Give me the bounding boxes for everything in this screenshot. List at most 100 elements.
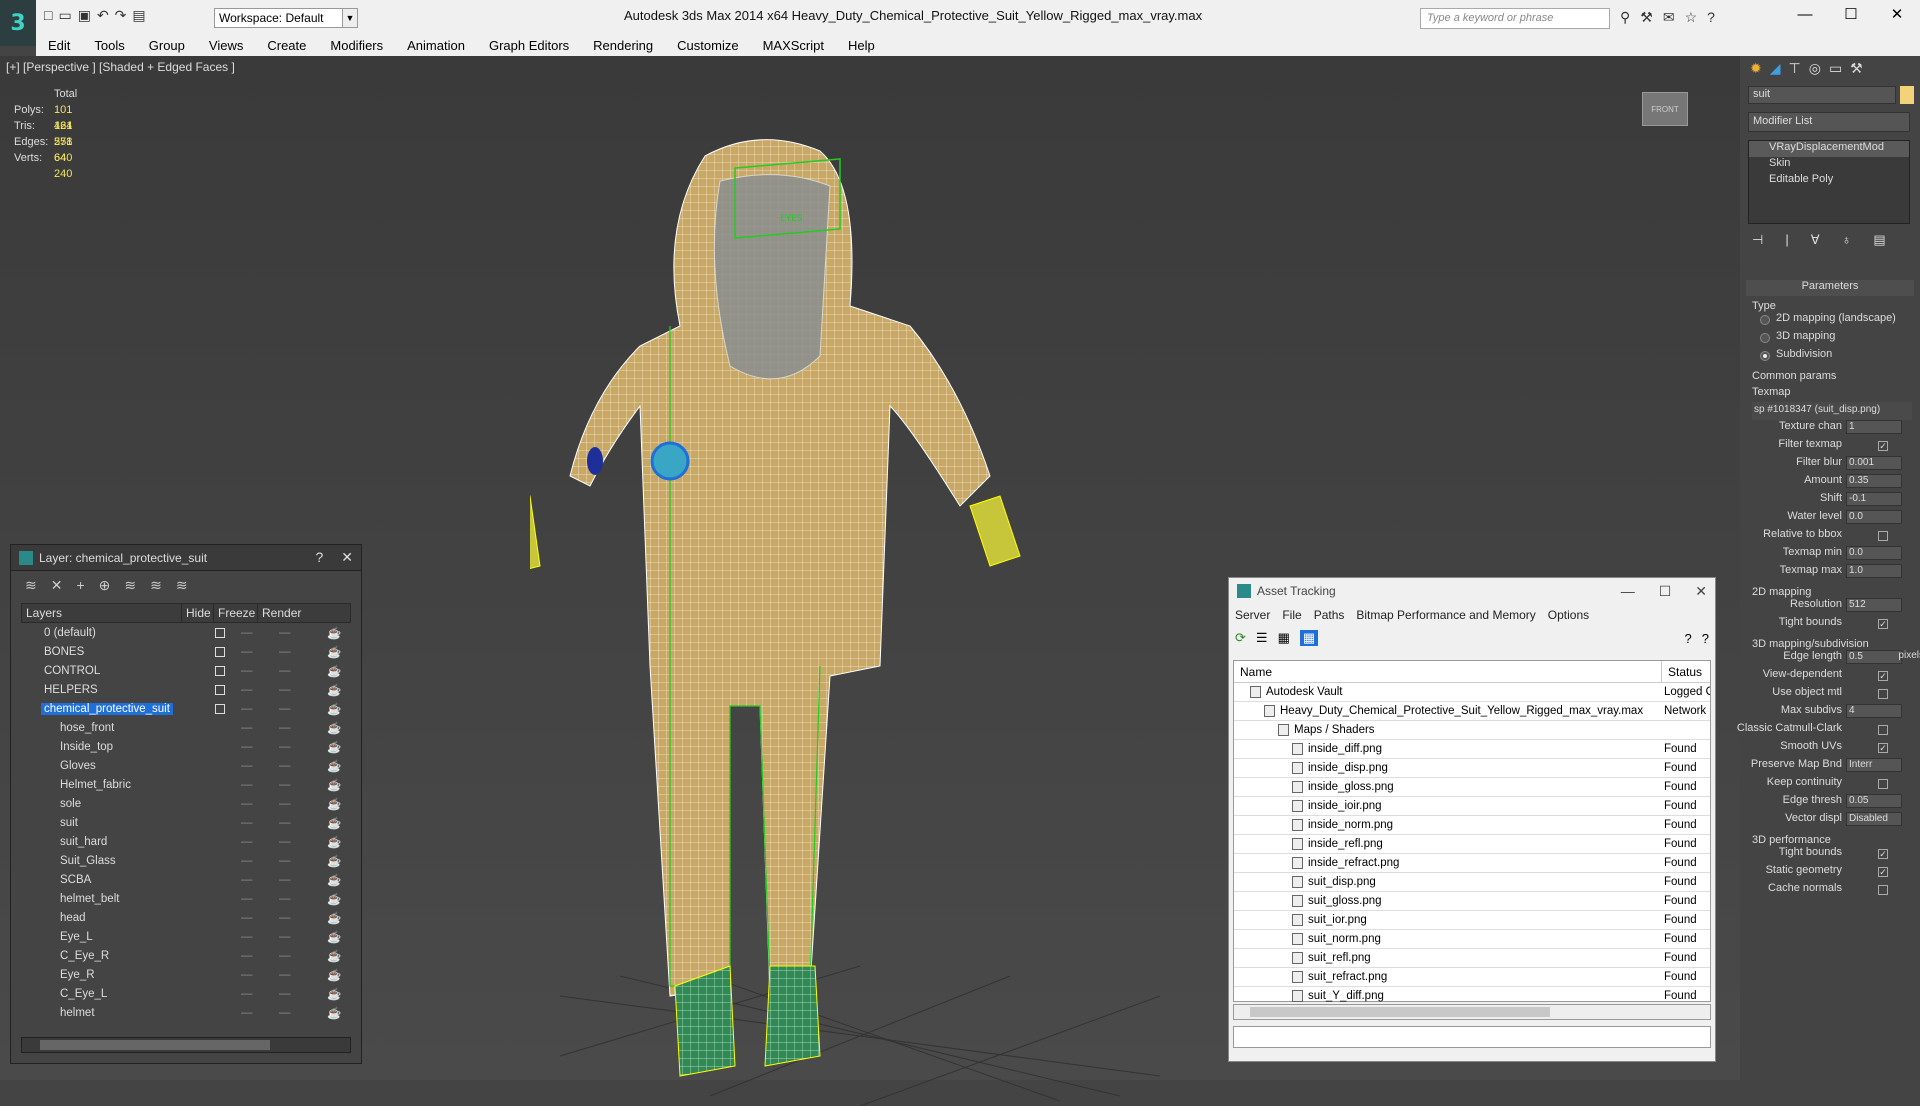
minimize-icon[interactable]: —	[1782, 0, 1828, 32]
asset-row[interactable]: inside_norm.png Found	[1234, 816, 1710, 835]
hide-toggle[interactable]: —	[241, 931, 253, 943]
layer-row[interactable]: Eye_R — — ☕	[21, 965, 351, 984]
layer-active-checkbox[interactable]	[215, 646, 225, 657]
asset-row[interactable]: inside_disp.png Found	[1234, 759, 1710, 778]
asset-menu-options[interactable]: Options	[1548, 608, 1589, 622]
layer-name[interactable]: C_Eye_R	[57, 950, 112, 962]
hide-toggle[interactable]: —	[241, 798, 253, 810]
asset-row[interactable]: suit_refract.png Found	[1234, 968, 1710, 987]
param-spinner[interactable]: Interr	[1846, 758, 1902, 772]
type-radio[interactable]: Subdivision	[1752, 348, 1912, 366]
communication-icon[interactable]: ✉	[1663, 9, 1675, 26]
hide-toggle[interactable]: —	[241, 665, 253, 677]
object-color-swatch[interactable]	[1900, 86, 1914, 104]
redo-icon[interactable]: ↷	[115, 7, 127, 24]
freeze-toggle[interactable]: —	[279, 969, 291, 981]
freeze-toggle[interactable]: —	[279, 817, 291, 829]
column-hide[interactable]: Hide	[182, 604, 214, 622]
param-spinner[interactable]: 4	[1846, 704, 1902, 718]
render-teapot-icon[interactable]: ☕	[327, 626, 341, 640]
menu-tools[interactable]: Tools	[82, 38, 136, 53]
asset-row[interactable]: Heavy_Duty_Chemical_Protective_Suit_Yell…	[1234, 702, 1710, 721]
asset-row[interactable]: inside_refract.png Found	[1234, 854, 1710, 873]
asset-menu-file[interactable]: File	[1282, 608, 1301, 622]
menu-create[interactable]: Create	[255, 38, 318, 53]
param-checkbox[interactable]	[1878, 531, 1888, 541]
render-teapot-icon[interactable]: ☕	[327, 683, 341, 697]
param-checkbox[interactable]: ✓	[1878, 743, 1888, 753]
thumbnail-view-icon[interactable]: ▦	[1278, 630, 1290, 646]
asset-name[interactable]: suit_disp.png	[1308, 876, 1376, 888]
freeze-toggle[interactable]: —	[279, 684, 291, 696]
list-view-icon[interactable]: ☰	[1256, 630, 1268, 646]
scroll-thumb[interactable]	[40, 1040, 270, 1050]
menu-modifiers[interactable]: Modifiers	[318, 38, 395, 53]
param-checkbox[interactable]: ✓	[1878, 671, 1888, 681]
freeze-toggle[interactable]: —	[279, 1007, 291, 1019]
freeze-toggle[interactable]: —	[279, 836, 291, 848]
modifier-stack-item[interactable]: Editable Poly	[1749, 173, 1909, 189]
refresh-icon[interactable]: ⟳	[1235, 630, 1246, 646]
hide-toggle[interactable]: —	[241, 760, 253, 772]
remove-modifier-icon[interactable]: ♁	[1842, 232, 1852, 248]
new-file-icon[interactable]: □	[44, 7, 52, 24]
layer-active-checkbox[interactable]	[215, 703, 225, 714]
render-teapot-icon[interactable]: ☕	[327, 892, 341, 906]
modifier-stack-item[interactable]: Skin	[1749, 157, 1909, 173]
radio-button[interactable]	[1760, 333, 1770, 343]
workspace-dropdown[interactable]: Workspace: Default	[214, 8, 350, 28]
asset-name[interactable]: suit_refract.png	[1308, 971, 1387, 983]
menu-graph-editors[interactable]: Graph Editors	[477, 38, 581, 53]
layer-row[interactable]: suit — — ☕	[21, 813, 351, 832]
freeze-toggle[interactable]: —	[279, 741, 291, 753]
type-radio[interactable]: 2D mapping (landscape)	[1752, 312, 1912, 330]
hide-toggle[interactable]: —	[241, 855, 253, 867]
hide-toggle[interactable]: —	[241, 969, 253, 981]
render-teapot-icon[interactable]: ☕	[327, 816, 341, 830]
render-teapot-icon[interactable]: ☕	[327, 759, 341, 773]
param-spinner[interactable]: 1	[1846, 420, 1902, 434]
select-layer-icon[interactable]: ≋	[124, 577, 136, 594]
close-button[interactable]: ✕	[341, 549, 353, 566]
asset-name[interactable]: suit_refl.png	[1308, 952, 1371, 964]
param-spinner[interactable]: 512	[1846, 598, 1902, 612]
help-icon[interactable]: ?	[1702, 631, 1709, 646]
render-teapot-icon[interactable]: ☕	[327, 702, 341, 716]
help-button[interactable]: ?	[315, 549, 323, 566]
make-unique-icon[interactable]: ∀	[1811, 232, 1820, 248]
hide-toggle[interactable]: —	[241, 703, 253, 715]
asset-name[interactable]: inside_norm.png	[1308, 819, 1393, 831]
hide-toggle[interactable]: —	[241, 836, 253, 848]
chevron-down-icon[interactable]: ▼	[342, 8, 358, 28]
texmap-button[interactable]: sp #1018347 (suit_disp.png)	[1752, 402, 1912, 420]
hide-toggle[interactable]: —	[241, 817, 253, 829]
modifier-list-dropdown[interactable]: Modifier List	[1748, 112, 1910, 132]
column-layers[interactable]: Layers	[22, 604, 182, 622]
asset-row[interactable]: Maps / Shaders	[1234, 721, 1710, 740]
layer-name[interactable]: HELPERS	[41, 684, 101, 696]
hide-toggle[interactable]: —	[241, 684, 253, 696]
modifier-stack-item[interactable]: VRayDisplacementMod	[1749, 141, 1909, 157]
asset-row[interactable]: Autodesk Vault Logged Out	[1234, 683, 1710, 702]
layer-settings-icon[interactable]: ≋	[25, 577, 37, 594]
param-spinner[interactable]: 0.35	[1846, 474, 1902, 488]
asset-name[interactable]: Autodesk Vault	[1266, 686, 1343, 698]
layer-row[interactable]: hose_front — — ☕	[21, 718, 351, 737]
viewcube[interactable]: FRONT	[1642, 92, 1688, 126]
render-teapot-icon[interactable]: ☕	[327, 949, 341, 963]
delete-layer-icon[interactable]: ✕	[51, 577, 63, 594]
layer-active-checkbox[interactable]	[215, 665, 225, 676]
layer-row[interactable]: HELPERS — — ☕	[21, 680, 351, 699]
subscription-icon[interactable]: ⚒	[1640, 9, 1653, 26]
layer-name[interactable]: sole	[57, 798, 84, 810]
close-icon[interactable]: ✕	[1874, 0, 1920, 32]
viewport-label[interactable]: [+] [Perspective ] [Shaded + Edged Faces…	[6, 60, 235, 74]
layer-active-checkbox[interactable]	[215, 627, 225, 638]
help-icon[interactable]: ?	[1707, 9, 1715, 26]
asset-row[interactable]: inside_gloss.png Found	[1234, 778, 1710, 797]
hide-toggle[interactable]: —	[241, 950, 253, 962]
modify-tab-icon[interactable]: ◢	[1770, 60, 1781, 78]
undo-icon[interactable]: ↶	[97, 7, 109, 24]
asset-row[interactable]: inside_refl.png Found	[1234, 835, 1710, 854]
open-file-icon[interactable]: ▭	[58, 7, 71, 24]
